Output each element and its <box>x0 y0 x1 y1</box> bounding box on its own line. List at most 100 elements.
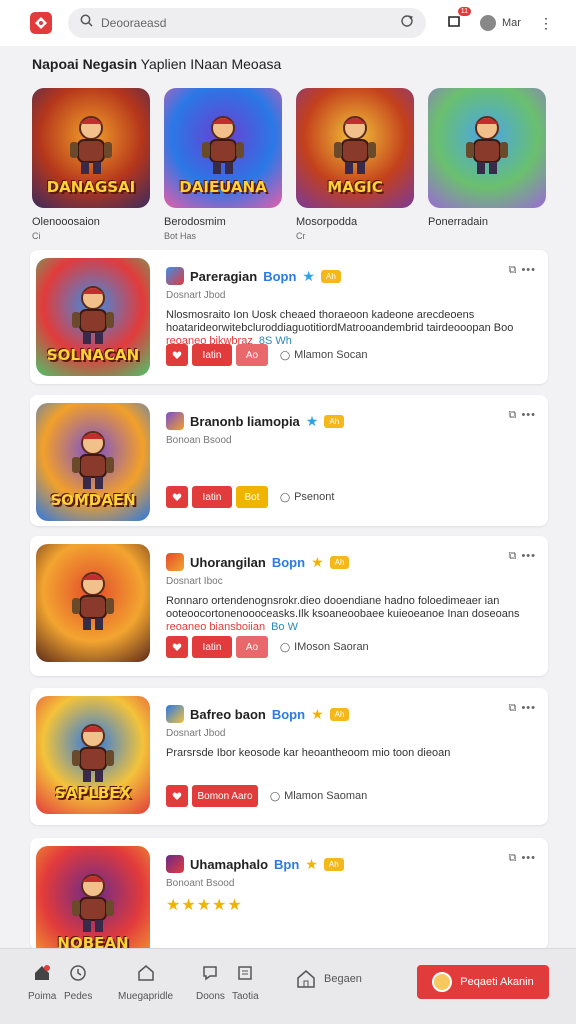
game-title[interactable]: Branonb liamopia <box>190 414 300 429</box>
character-figure-icon <box>464 114 510 175</box>
game-mini-icon <box>166 412 184 430</box>
action-button[interactable]: Iatin <box>192 636 232 658</box>
featured-art[interactable]: DAIEUANA <box>164 88 282 208</box>
nav-item-doons[interactable]: Doons <box>196 963 225 1002</box>
nav-item-begaen[interactable]: Begaen <box>296 969 362 989</box>
featured-thumbnail[interactable]: DAIEUANA <box>164 88 282 208</box>
game-info: Bafreo baon Bopn ★ Ah Dosnart Jbod Prarsrsde … <box>166 704 538 760</box>
game-title-row: Branonb liamopia ★ Ah <box>166 411 538 431</box>
game-title[interactable]: Uhorangilan <box>190 555 266 570</box>
game-info: Uhamaphalo Bpn ★ Ah Bonoant Bsood ★★★★★ <box>166 854 538 915</box>
more-actions-icon[interactable]: ⧉ ••• <box>509 264 536 277</box>
featured-item[interactable]: DAIEUANA Berodosmim Bot Has <box>164 88 282 241</box>
game-card[interactable]: NOBEAN Uhamaphalo Bpn ★ Ah Bonoant Bsood ★★★★★… <box>30 838 548 964</box>
featured-thumbnail[interactable]: DANAGSAI <box>32 88 150 208</box>
action-button[interactable]: Ao <box>236 344 268 366</box>
game-tag-badge: Ah <box>329 707 350 721</box>
game-mini-icon <box>166 553 184 571</box>
like-button[interactable] <box>166 636 188 658</box>
like-button[interactable] <box>166 785 188 807</box>
action-button[interactable]: Bot <box>236 486 268 508</box>
game-art[interactable]: NOBEAN <box>36 846 150 964</box>
game-card[interactable]: Uhorangilan Bopn ★ Ah Dosnart Iboc Ronnaro or… <box>30 536 548 676</box>
nav-item-home[interactable]: Poima <box>28 963 56 1002</box>
more-options-icon[interactable]: ⋮ <box>539 15 553 32</box>
like-button[interactable] <box>166 486 188 508</box>
game-art[interactable]: SOMDAEN <box>36 403 150 521</box>
featured-name: Berodosmim <box>164 216 226 228</box>
character-figure-icon <box>70 722 116 782</box>
action-button[interactable]: Bomon Aaro <box>192 785 258 807</box>
section-title: Napoai Negasin Yaplien INaan Meoasa <box>32 56 281 72</box>
notification-badge: 11 <box>457 7 471 16</box>
game-logo-text: SAPLBEX <box>54 784 132 802</box>
game-title[interactable]: Bafreo baon <box>190 707 266 722</box>
game-art[interactable] <box>36 544 150 662</box>
featured-art[interactable]: DANAGSAI <box>32 88 150 208</box>
game-tag-badge: Ah <box>324 414 345 428</box>
featured-thumbnail[interactable]: MAGIC <box>296 88 414 208</box>
avatar <box>480 15 496 31</box>
more-actions-icon[interactable]: ⧉ ••• <box>509 852 536 865</box>
notifications-button[interactable]: 11 <box>444 7 471 33</box>
game-thumbnail[interactable] <box>36 544 150 662</box>
action-button[interactable]: Iatin <box>192 344 232 366</box>
game-card[interactable]: SOMDAEN Branonb liamopia ★ Ah Bonoan Bsood ⧉ … <box>30 395 548 526</box>
refresh-icon[interactable] <box>400 14 414 33</box>
character-figure-icon <box>68 114 114 175</box>
character-figure-icon <box>70 284 116 344</box>
nav-item-pedes[interactable]: Pedes <box>64 963 92 1002</box>
game-title-extra: Bopn <box>271 554 306 570</box>
featured-row: DANAGSAI Olenooosaion Ci DAIEUANA Berodosmim… <box>32 88 546 241</box>
action-button[interactable]: Iatin <box>192 486 232 508</box>
app-logo-icon[interactable] <box>30 12 52 34</box>
featured-art[interactable]: MAGIC <box>296 88 414 208</box>
game-tags: reoaneo biansboiian <box>166 621 266 633</box>
more-actions-icon[interactable]: ⧉ ••• <box>509 702 536 715</box>
game-meta-text: Mlamon Saoman <box>284 790 368 802</box>
game-meta: ◯ Mlamon Socan <box>280 349 367 361</box>
featured-art[interactable] <box>428 88 546 208</box>
search-bar[interactable]: Deooraeasd <box>68 8 426 38</box>
clock-icon <box>68 963 88 983</box>
game-logo-text: SOLNACAN <box>46 346 140 364</box>
user-menu[interactable]: Mar <box>480 15 521 31</box>
game-description: Ronnaro ortendenognsrokr.dieo dooendiane… <box>166 595 520 620</box>
game-art[interactable]: SAPLBEX <box>36 696 150 814</box>
character-figure-icon <box>70 570 116 630</box>
featured-item[interactable]: DANAGSAI Olenooosaion Ci <box>32 88 150 241</box>
more-actions-icon[interactable]: ⧉ ••• <box>509 409 536 422</box>
nav-item-market[interactable]: Muegapridle <box>118 963 173 1002</box>
game-thumbnail[interactable]: NOBEAN <box>36 846 150 964</box>
game-card[interactable]: SOLNACAN Pareragian Bopn ★ Ah Dosnart Jbod Nlo… <box>30 250 548 384</box>
game-title-extra: Bopn <box>271 706 306 722</box>
star-icon: ★ <box>305 855 318 872</box>
game-subtitle: Bonoant Bsood <box>166 878 235 889</box>
action-button[interactable]: Ao <box>236 636 268 658</box>
game-title[interactable]: Pareragian <box>190 269 257 284</box>
featured-sub: Cr <box>296 231 306 241</box>
star-icon: ★ <box>305 412 319 429</box>
like-button[interactable] <box>166 344 188 366</box>
featured-item[interactable]: MAGIC Mosorpodda Cr <box>296 88 414 241</box>
nav-item-taotia[interactable]: Taotia <box>232 963 259 1002</box>
search-icon <box>80 14 93 32</box>
game-info: Uhorangilan Bopn ★ Ah Dosnart Iboc Ronnaro or… <box>166 552 538 634</box>
featured-thumbnail[interactable] <box>428 88 546 208</box>
featured-sub: Ci <box>32 231 41 241</box>
search-input[interactable]: Deooraeasd <box>101 16 400 30</box>
game-description: Prarsrsde Ibor keosode kar heoantheoom m… <box>166 747 451 759</box>
featured-item[interactable]: Ponerradain <box>428 88 546 241</box>
game-title[interactable]: Uhamaphalo <box>190 857 268 872</box>
game-thumbnail[interactable]: SAPLBEX <box>36 696 150 814</box>
card-button-row: Iatin Bot ◯ Psenont <box>166 486 334 508</box>
more-actions-icon[interactable]: ⧉ ••• <box>509 550 536 563</box>
star-rating: ★★★★★ <box>166 897 243 914</box>
cta-button[interactable]: Peqaeti Akanin <box>417 965 549 999</box>
chat-icon <box>200 963 220 983</box>
game-card[interactable]: SAPLBEX Bafreo baon Bopn ★ Ah Dosnart Jbod Pra… <box>30 688 548 825</box>
game-thumbnail[interactable]: SOLNACAN <box>36 258 150 376</box>
game-art[interactable]: SOLNACAN <box>36 258 150 376</box>
nav-label: Pedes <box>64 991 93 1002</box>
game-thumbnail[interactable]: SOMDAEN <box>36 403 150 521</box>
